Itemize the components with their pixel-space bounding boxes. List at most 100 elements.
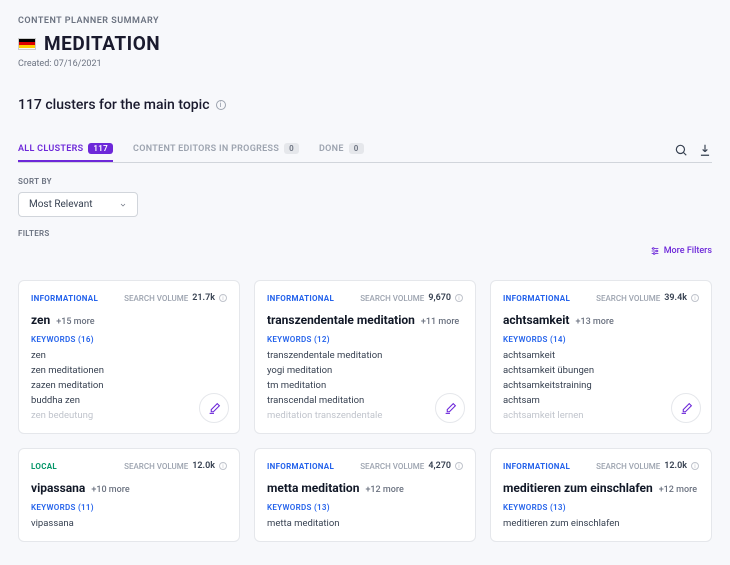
summary-label: CONTENT PLANNER SUMMARY — [18, 16, 712, 26]
volume-value: 39.4k — [664, 293, 687, 303]
cluster-card[interactable]: INFORMATIONAL SEARCH VOLUME 4,270 i metta me… — [254, 448, 476, 542]
intent-badge: INFORMATIONAL — [267, 462, 334, 471]
cluster-grid: INFORMATIONAL SEARCH VOLUME21.7ki zen +15 m… — [18, 280, 712, 542]
card-head: LOCALSEARCH VOLUME12.0ki — [31, 461, 227, 471]
edit-icon — [208, 402, 221, 415]
info-icon[interactable]: i — [691, 462, 699, 470]
volume-wrap: SEARCH VOLUME 39.4k i — [596, 293, 699, 303]
keywords-list: achtsamkeit achtsamkeit übungen achtsamkei… — [503, 350, 699, 421]
volume-value: 4,270 — [428, 461, 451, 471]
volume-value: 12.0k — [192, 461, 215, 471]
title-row: MEDITATION — [18, 32, 712, 55]
volume-wrap: SEARCH VOLUME21.7ki — [124, 293, 227, 303]
volume-wrap: SEARCH VOLUME12.0ki — [596, 461, 699, 471]
info-icon[interactable]: i — [219, 294, 227, 302]
keyword-item-faded: meditation transzendentale — [267, 410, 463, 421]
volume-label: SEARCH VOLUME — [596, 294, 660, 303]
volume-wrap: SEARCH VOLUME 4,270 i — [360, 461, 463, 471]
info-icon[interactable]: i — [691, 294, 699, 302]
keywords-list: vipassana — [31, 518, 227, 529]
tab-label: DONE — [319, 144, 344, 154]
more-count: +12 more — [365, 485, 403, 495]
edit-button[interactable] — [671, 393, 701, 423]
keyword-item: achtsamkeitstraining — [503, 380, 699, 391]
page-title: MEDITATION — [44, 32, 160, 55]
sort-value: Most Relevant — [29, 199, 93, 210]
card-title: meditieren zum einschlafen — [503, 481, 653, 495]
edit-button[interactable] — [435, 393, 465, 423]
intent-badge: INFORMATIONAL — [503, 462, 570, 471]
card-title-row: metta meditation +12 more — [267, 481, 463, 495]
card-head: INFORMATIONAL SEARCH VOLUME 4,270 i — [267, 461, 463, 471]
cluster-count-text: 117 clusters for the main topic — [18, 97, 210, 113]
download-icon[interactable] — [698, 143, 712, 157]
volume-label: SEARCH VOLUME — [596, 462, 660, 471]
keyword-item: metta meditation — [267, 518, 463, 529]
info-icon[interactable]: i — [455, 294, 463, 302]
keyword-item: achtsam — [503, 395, 699, 406]
keyword-item: achtsamkeit übungen — [503, 365, 699, 376]
keywords-label: KEYWORDS (11) — [31, 503, 227, 512]
sort-select[interactable]: Most Relevant — [18, 192, 138, 217]
cluster-count: 117 clusters for the main topic i — [18, 97, 712, 113]
edit-icon — [680, 402, 693, 415]
card-title: metta meditation — [267, 481, 359, 495]
card-head: INFORMATIONALSEARCH VOLUME39.4ki — [503, 293, 699, 303]
more-filters-label: More Filters — [664, 246, 712, 256]
card-head: INFORMATIONAL SEARCH VOLUME12.0ki — [503, 461, 699, 471]
more-count: +13 more — [575, 317, 613, 327]
tab-label: ALL CLUSTERS — [18, 144, 83, 154]
volume-wrap: SEARCH VOLUME9,670i — [360, 293, 463, 303]
keyword-item: meditieren zum einschlafen — [503, 518, 699, 529]
tab-2[interactable]: DONE 0 — [319, 137, 364, 162]
keywords-list: metta meditation — [267, 518, 463, 529]
keyword-item-faded: zen bedeutung — [31, 410, 227, 421]
created-date: Created: 07/16/2021 — [18, 59, 712, 69]
keywords-list: meditieren zum einschlafen — [503, 518, 699, 529]
sort-label: SORT BY — [18, 177, 712, 186]
keywords-label: KEYWORDS (12) — [267, 335, 463, 344]
volume-label: SEARCH VOLUME — [124, 462, 188, 471]
keywords-label: KEYWORDS (14) — [503, 335, 699, 344]
cluster-card[interactable]: INFORMATIONAL SEARCH VOLUME21.7ki zen +15 m… — [18, 280, 240, 434]
keyword-item: transcendal meditation — [267, 395, 463, 406]
flag-germany-icon — [18, 38, 36, 50]
cluster-card[interactable]: INFORMATIONALSEARCH VOLUME39.4kiachtsamk… — [490, 280, 712, 434]
sliders-icon — [650, 246, 660, 256]
intent-badge: INFORMATIONAL — [31, 294, 98, 303]
filters-label: FILTERS — [18, 229, 712, 238]
card-title: zen — [31, 313, 50, 327]
info-icon[interactable]: i — [219, 462, 227, 470]
more-count: +11 more — [421, 317, 459, 327]
card-title-row: meditieren zum einschlafen+12 more — [503, 481, 699, 495]
keyword-item: buddha zen — [31, 395, 227, 406]
cluster-card[interactable]: INFORMATIONAL SEARCH VOLUME9,670i transzen… — [254, 280, 476, 434]
keyword-item: vipassana — [31, 518, 227, 529]
info-icon[interactable]: i — [216, 100, 226, 110]
search-icon[interactable] — [674, 143, 688, 157]
card-title-row: zen +15 more — [31, 313, 227, 327]
edit-button[interactable] — [199, 393, 229, 423]
volume-label: SEARCH VOLUME — [360, 462, 424, 471]
card-title: transzendentale meditation — [267, 313, 415, 327]
edit-icon — [444, 402, 457, 415]
tab-0[interactable]: ALL CLUSTERS 117 — [18, 137, 113, 162]
keyword-item: achtsamkeit — [503, 350, 699, 361]
cluster-card[interactable]: LOCALSEARCH VOLUME12.0kivipassana+10 mor… — [18, 448, 240, 542]
card-title: vipassana — [31, 481, 85, 495]
more-count: +15 more — [56, 317, 94, 327]
keywords-list: zenzen meditationenzazen meditationbuddh… — [31, 350, 227, 421]
card-head: INFORMATIONAL SEARCH VOLUME9,670i — [267, 293, 463, 303]
keywords-label: KEYWORDS (13) — [267, 503, 463, 512]
card-title-row: achtsamkeit+13 more — [503, 313, 699, 327]
tab-label: CONTENT EDITORS IN PROGRESS — [133, 144, 279, 154]
cluster-card[interactable]: INFORMATIONAL SEARCH VOLUME12.0ki meditier… — [490, 448, 712, 542]
keyword-item: yogi meditation — [267, 365, 463, 376]
tab-badge: 0 — [349, 143, 364, 154]
tab-badge: 0 — [284, 143, 299, 154]
more-filters-button[interactable]: More Filters — [650, 246, 712, 256]
tab-1[interactable]: CONTENT EDITORS IN PROGRESS 0 — [133, 137, 299, 162]
intent-badge: INFORMATIONAL — [267, 294, 334, 303]
info-icon[interactable]: i — [455, 462, 463, 470]
tab-badge: 117 — [88, 143, 113, 154]
